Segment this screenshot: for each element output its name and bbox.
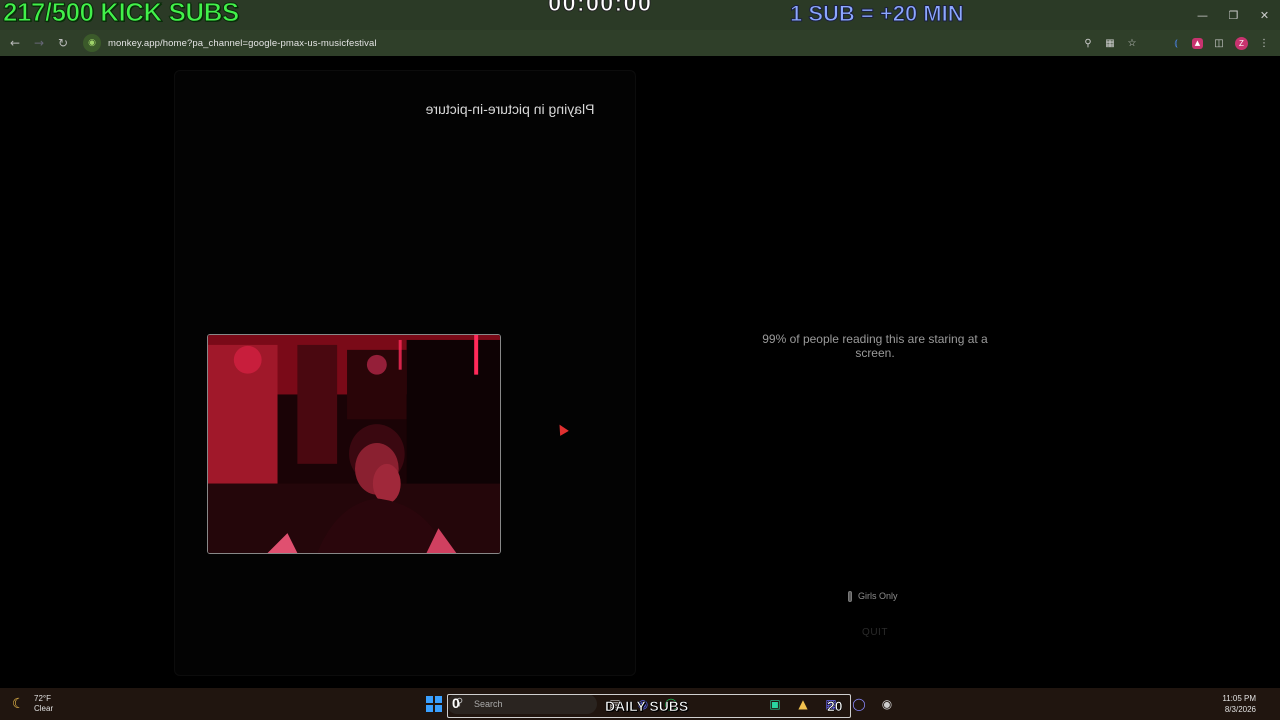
address-bar[interactable]: ◉ monkey.app/home?pa_channel=google-pmax… — [80, 32, 1140, 54]
forward-arrow-icon[interactable]: → — [27, 31, 51, 55]
system-clock[interactable]: 11:05 PM 8/3/2026 — [1222, 693, 1256, 715]
timer-overlay: 00:00:00 — [547, 0, 653, 18]
omnibox-actions: ⚲ ▦ ☆ — [1080, 32, 1140, 54]
weather-temp: 72°F — [34, 694, 51, 703]
back-arrow-icon[interactable]: ← — [3, 31, 27, 55]
clock-time: 11:05 PM — [1222, 694, 1256, 703]
webcam-feed — [207, 334, 501, 554]
browser-toolbar: ← → ↻ ◉ monkey.app/home?pa_channel=googl… — [0, 30, 1280, 56]
kebab-menu-icon[interactable]: ⋮ — [1256, 35, 1272, 51]
pip-label: Playing in picture-in-picture — [425, 101, 595, 117]
zoom-icon[interactable]: ⚲ — [1080, 35, 1096, 51]
extensions-puzzle-icon[interactable]: ◫ — [1211, 35, 1227, 51]
window-controls: — ❐ ✕ — [1187, 0, 1280, 30]
clock-date: 8/3/2026 — [1224, 705, 1256, 714]
subs-goal-overlay: 217/500 KICK SUBS — [3, 0, 240, 28]
profile-avatar[interactable]: Z — [1235, 36, 1248, 50]
obs-icon[interactable]: ◉ — [878, 695, 896, 713]
weather-text: 72°F Clear — [34, 694, 53, 714]
daily-subs-count: 20 — [827, 698, 843, 715]
waiting-message: 99% of people reading this are staring a… — [762, 332, 988, 360]
daily-subs-label: DAILY SUBS — [605, 698, 689, 715]
girls-only-label: Girls Only — [858, 591, 898, 601]
windows-start-icon[interactable] — [426, 696, 442, 712]
install-app-icon[interactable]: ▦ — [1102, 35, 1118, 51]
weather-widget[interactable]: ☾ 72°F Clear — [12, 694, 53, 714]
shield-extension-icon[interactable]: ▲ — [1192, 37, 1203, 49]
audio-extension-icon[interactable]: ⦅ — [1168, 35, 1184, 51]
close-icon[interactable]: ✕ — [1249, 0, 1280, 30]
webcam-image — [208, 335, 500, 553]
toggle-icon[interactable] — [848, 590, 852, 602]
moon-icon: ☾ — [12, 696, 25, 712]
minimize-icon[interactable]: — — [1187, 0, 1218, 30]
page-content: Playing in picture-in-picture 99% of peo… — [0, 56, 1280, 688]
weather-condition: Clear — [34, 704, 54, 713]
sub-rate-overlay: 1 SUB = +20 MIN — [790, 1, 965, 27]
reload-icon[interactable]: ↻ — [51, 31, 75, 55]
url-text[interactable]: monkey.app/home?pa_channel=google-pmax-u… — [108, 38, 377, 49]
extensions-area: ⦅ ▲ ◫ Z ⋮ — [1168, 30, 1272, 56]
restore-icon[interactable]: ❐ — [1218, 0, 1249, 30]
bookmark-star-icon[interactable]: ☆ — [1124, 35, 1140, 51]
girls-only-toggle[interactable]: Girls Only — [848, 590, 898, 602]
search-app-icon[interactable]: ◯ — [850, 695, 868, 713]
site-info-icon[interactable]: ◉ — [83, 34, 101, 52]
quit-button[interactable]: QUIT — [854, 624, 896, 640]
taskbar: ☾ 72°F Clear ⚲ Search 0 ▤ ◉ ◯ ▣ ▲ ▦ ◯ ◉ … — [0, 688, 1280, 720]
